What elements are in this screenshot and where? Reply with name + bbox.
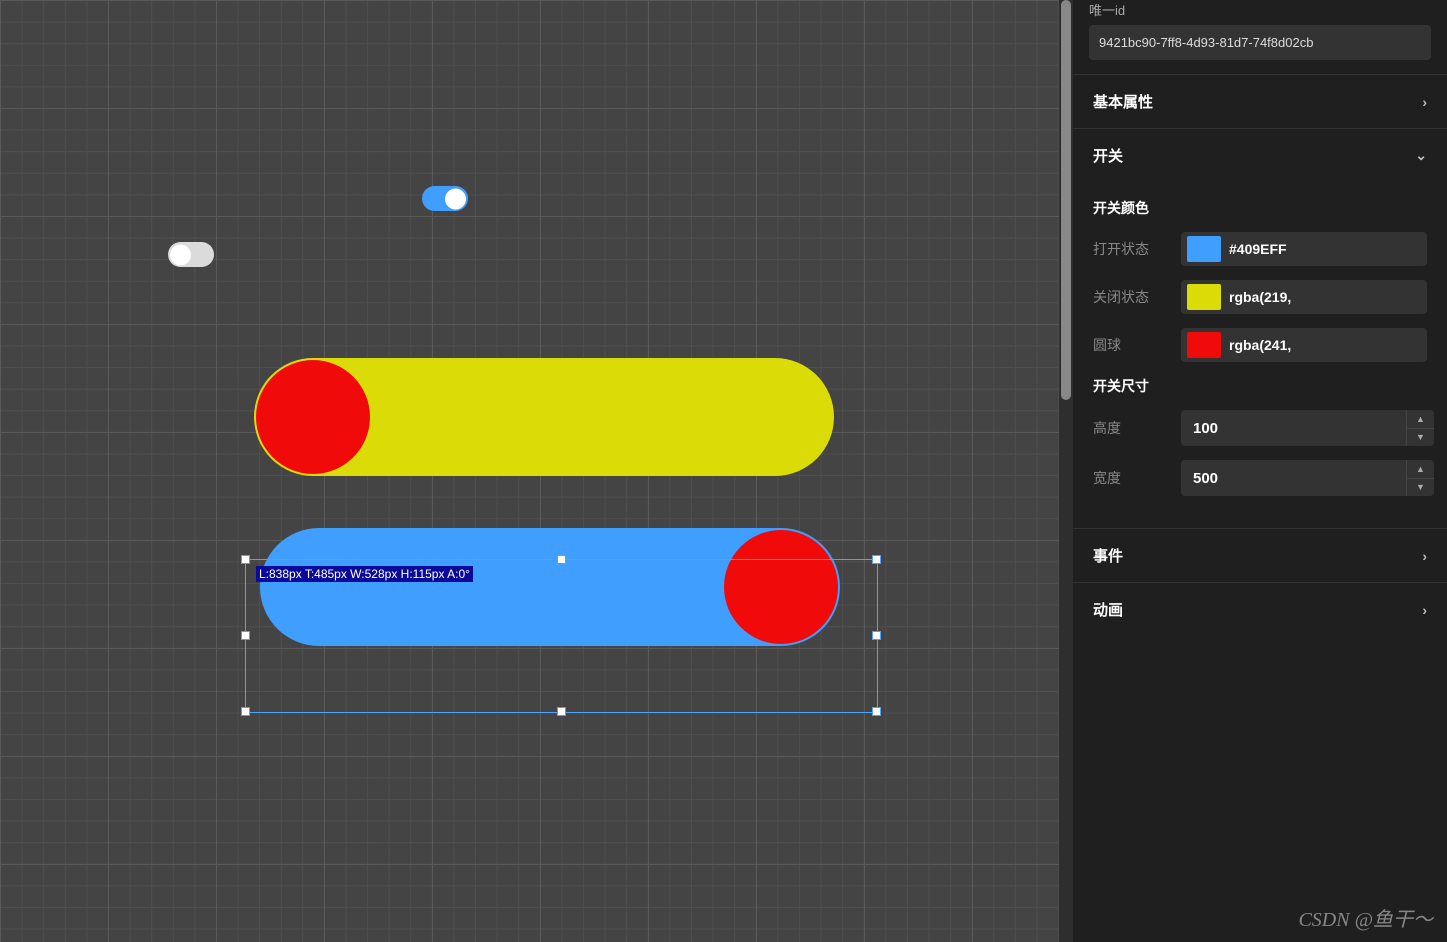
section-basic-title: 基本属性 (1093, 91, 1153, 112)
on-color-field[interactable]: #409EFF (1181, 232, 1427, 266)
section-events-title: 事件 (1093, 545, 1123, 566)
resize-handle-sw[interactable] (241, 707, 250, 716)
ball-color-text: rgba(241, (1229, 337, 1291, 353)
switch-ball (724, 530, 838, 644)
chevron-down-icon: ⌄ (1415, 147, 1427, 164)
resize-handle-w[interactable] (241, 631, 250, 640)
switch-small-off[interactable] (168, 242, 214, 267)
chevron-right-icon: › (1422, 602, 1427, 618)
properties-sidebar: 唯一id 9421bc90-7ff8-4d93-81d7-74f8d02cb 基… (1073, 0, 1447, 942)
section-events-header[interactable]: 事件 › (1073, 529, 1447, 582)
chevron-right-icon: › (1422, 548, 1427, 564)
on-color-label: 打开状态 (1093, 239, 1169, 259)
switch-ball (170, 244, 191, 265)
resize-handle-ne[interactable] (872, 555, 881, 564)
switch-big-on[interactable] (260, 528, 840, 646)
height-step-up[interactable]: ▲ (1407, 410, 1434, 429)
switch-color-heading: 开关颜色 (1093, 198, 1427, 218)
unique-id-value[interactable]: 9421bc90-7ff8-4d93-81d7-74f8d02cb (1089, 25, 1431, 60)
resize-handle-e[interactable] (872, 631, 881, 640)
switch-size-heading: 开关尺寸 (1093, 376, 1427, 396)
off-color-label: 关闭状态 (1093, 287, 1169, 307)
switch-small-on[interactable] (422, 186, 468, 211)
height-label: 高度 (1093, 418, 1169, 438)
section-basic-header[interactable]: 基本属性 › (1073, 75, 1447, 128)
width-label: 宽度 (1093, 468, 1169, 488)
editor-canvas[interactable]: L:838px T:485px W:528px H:115px A:0° (0, 0, 1073, 942)
ball-color-swatch[interactable] (1187, 332, 1221, 358)
switch-ball (256, 360, 370, 474)
ball-color-label: 圆球 (1093, 335, 1169, 355)
off-color-swatch[interactable] (1187, 284, 1221, 310)
resize-handle-s[interactable] (557, 707, 566, 716)
height-input[interactable] (1181, 410, 1406, 446)
ball-color-field[interactable]: rgba(241, (1181, 328, 1427, 362)
resize-handle-nw[interactable] (241, 555, 250, 564)
section-anim-header[interactable]: 动画 › (1073, 583, 1447, 636)
width-input[interactable] (1181, 460, 1406, 496)
height-field[interactable]: ▲ ▼ (1181, 410, 1434, 446)
canvas-scrollbar[interactable] (1059, 0, 1073, 942)
off-color-field[interactable]: rgba(219, (1181, 280, 1427, 314)
section-switch-header[interactable]: 开关 ⌄ (1073, 129, 1447, 182)
off-color-text: rgba(219, (1229, 289, 1291, 305)
resize-handle-se[interactable] (872, 707, 881, 716)
on-color-swatch[interactable] (1187, 236, 1221, 262)
height-step-down[interactable]: ▼ (1407, 429, 1434, 447)
chevron-right-icon: › (1422, 94, 1427, 110)
unique-id-label: 唯一id (1089, 0, 1431, 19)
on-color-text: #409EFF (1229, 241, 1287, 257)
width-step-up[interactable]: ▲ (1407, 460, 1434, 479)
switch-big-off[interactable] (254, 358, 834, 476)
switch-ball (445, 188, 466, 209)
width-field[interactable]: ▲ ▼ (1181, 460, 1434, 496)
section-switch-title: 开关 (1093, 145, 1123, 166)
scrollbar-thumb[interactable] (1061, 0, 1071, 400)
section-anim-title: 动画 (1093, 599, 1123, 620)
width-step-down[interactable]: ▼ (1407, 479, 1434, 497)
